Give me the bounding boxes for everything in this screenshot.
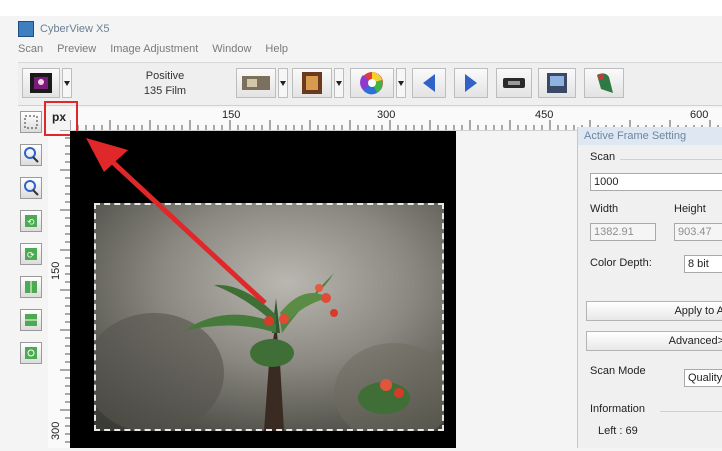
scan-resolution-field[interactable]: 1000 <box>590 173 722 191</box>
apply-to-all-button[interactable]: Apply to A <box>586 301 722 321</box>
information-label: Information <box>590 403 646 415</box>
panel-title: Active Frame Setting <box>578 127 722 145</box>
width-label: Width <box>590 203 619 215</box>
height-field[interactable]: 903.47 <box>674 223 722 241</box>
scan-label: Scan <box>590 151 616 163</box>
width-field[interactable]: 1382.91 <box>590 223 656 241</box>
advanced-button[interactable]: Advanced> <box>586 331 722 351</box>
height-label: Height <box>674 203 706 215</box>
color-depth-select[interactable]: 8 bit <box>684 255 722 273</box>
color-depth-label: Color Depth: <box>590 257 652 269</box>
scan-mode-label: Scan Mode <box>590 365 646 377</box>
scan-mode-select[interactable]: Quality <box>684 369 722 387</box>
active-frame-panel: Active Frame Setting Scan 1000 Width Hei… <box>577 127 722 448</box>
scan-divider <box>620 159 722 160</box>
left-coordinate: Left : 69 <box>598 425 638 437</box>
information-divider <box>660 411 722 412</box>
